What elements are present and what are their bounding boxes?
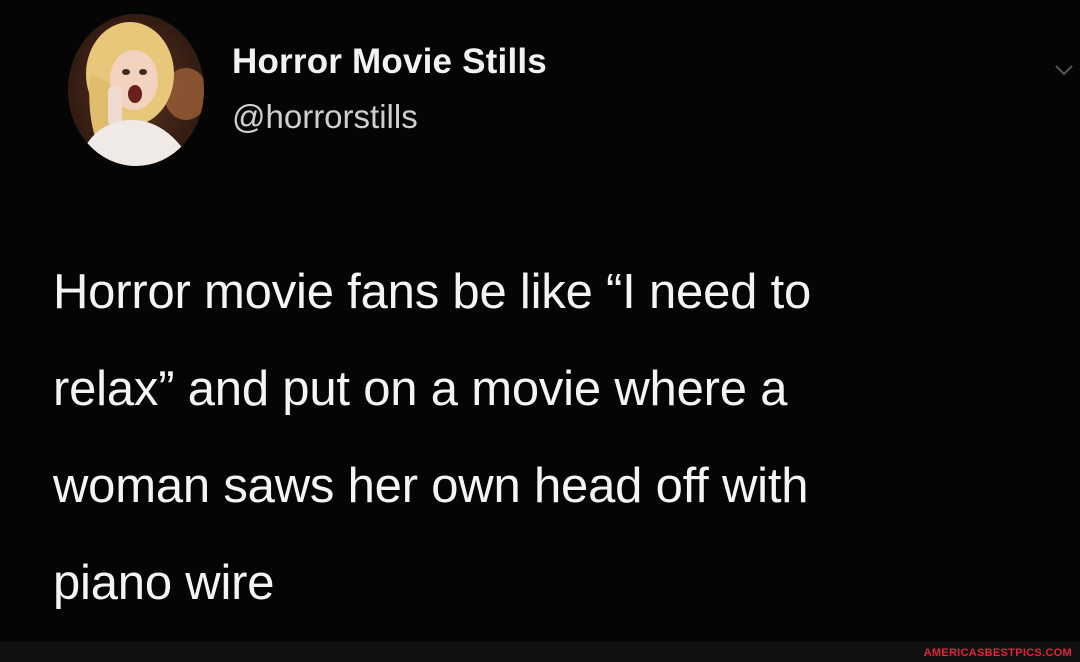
watermark-bar: AMERICASBESTPICS.COM: [0, 642, 1080, 662]
profile-photo-icon: [68, 14, 204, 166]
chevron-down-icon[interactable]: [1052, 58, 1076, 82]
user-handle[interactable]: @horrorstills: [232, 98, 418, 136]
tweet-text: Horror movie fans be like “I need to rel…: [53, 265, 812, 610]
profile-avatar[interactable]: [68, 14, 204, 166]
display-name[interactable]: Horror Movie Stills: [232, 42, 547, 82]
watermark: AMERICASBESTPICS.COM: [923, 647, 1072, 659]
tweet-card: Horror Movie Stills @horrorstills Horror…: [0, 0, 1080, 642]
